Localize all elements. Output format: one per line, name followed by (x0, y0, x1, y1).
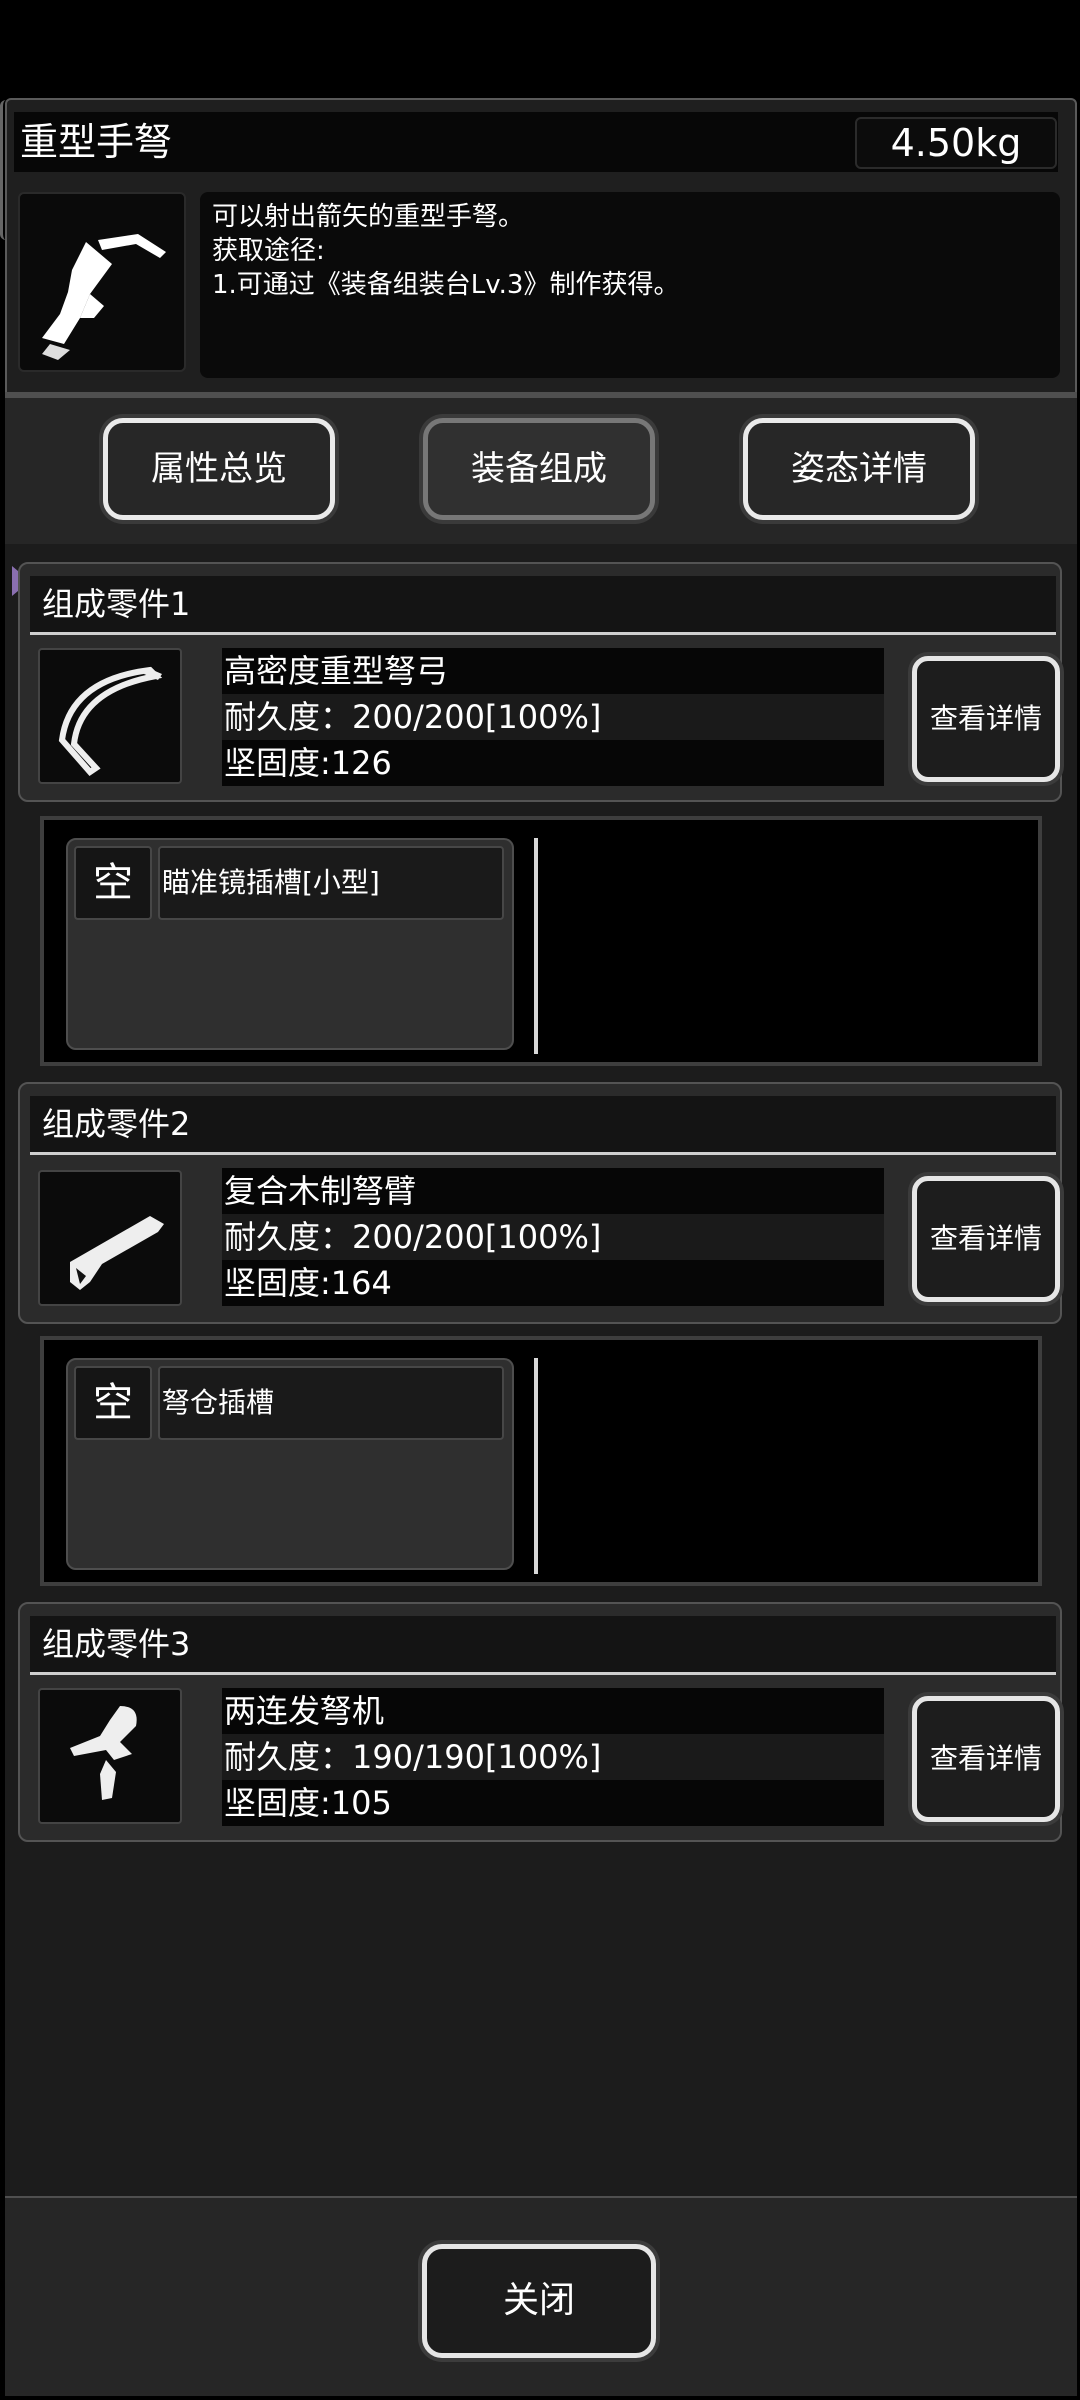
slot-scrollbar[interactable] (534, 1358, 538, 1574)
part-hardness: 坚固度:126 (222, 740, 884, 786)
part-name: 两连发弩机 (222, 1688, 884, 1734)
slot-scrollbar[interactable] (534, 838, 538, 1054)
part-image (38, 1688, 182, 1824)
part-image (38, 1170, 182, 1306)
tab-attribute-overview[interactable]: 属性总览 (103, 418, 335, 520)
tab-stance-details[interactable]: 姿态详情 (743, 418, 975, 520)
slot-area-1: 空 瞄准镜插槽[小型] (40, 816, 1042, 1066)
part-title-underline (30, 632, 1056, 635)
part-title-underline (30, 1152, 1056, 1155)
part-name: 复合木制弩臂 (222, 1168, 884, 1214)
part-hardness: 坚固度:164 (222, 1260, 884, 1306)
slot-empty-label: 空 (74, 846, 152, 920)
item-image (18, 192, 186, 372)
part-durability: 耐久度：200/200[100%] (222, 1214, 884, 1260)
part-durability: 耐久度：200/200[100%] (222, 694, 884, 740)
slot-card[interactable]: 空 瞄准镜插槽[小型] (66, 838, 514, 1050)
slot-area-2: 空 弩仓插槽 (40, 1336, 1042, 1586)
slot-card[interactable]: 空 弩仓插槽 (66, 1358, 514, 1570)
view-details-button[interactable]: 查看详情 (912, 1696, 1060, 1822)
part-durability: 耐久度：190/190[100%] (222, 1734, 884, 1780)
item-title: 重型手弩 (20, 120, 173, 164)
part-name: 高密度重型弩弓 (222, 648, 884, 694)
close-button[interactable]: 关闭 (422, 2244, 656, 2358)
description-line: 获取途径: (212, 236, 325, 266)
item-weight: 4.50kg (855, 117, 1057, 169)
slot-name: 瞄准镜插槽[小型] (158, 846, 504, 920)
part-hardness: 坚固度:105 (222, 1780, 884, 1826)
trigger-mechanism-icon (70, 1706, 137, 1800)
view-details-button[interactable]: 查看详情 (912, 1176, 1060, 1302)
part-card-1: 组成零件1 高密度重型弩弓 耐久度：200/200[100%] 坚固度:126 … (18, 562, 1062, 802)
part-title-underline (30, 1672, 1056, 1675)
part-title: 组成零件2 (30, 1096, 1056, 1152)
tab-equipment-composition[interactable]: 装备组成 (423, 418, 655, 520)
part-card-2: 组成零件2 复合木制弩臂 耐久度：200/200[100%] 坚固度:164 查… (18, 1082, 1062, 1324)
part-image (38, 648, 182, 784)
crossbow-bow-icon (58, 666, 163, 776)
description-line: 可以射出箭矢的重型手弩。 (212, 202, 525, 232)
part-title: 组成零件1 (30, 576, 1056, 632)
part-title: 组成零件3 (30, 1616, 1056, 1672)
description-line: 1.可通过《装备组装台Lv.3》制作获得。 (212, 270, 680, 300)
view-details-button[interactable]: 查看详情 (912, 656, 1060, 782)
item-description: 可以射出箭矢的重型手弩。 获取途径: 1.可通过《装备组装台Lv.3》制作获得。 (200, 192, 1060, 378)
crossbow-stock-icon (70, 1216, 164, 1290)
heavy-crossbow-icon (42, 234, 166, 360)
panel-edge (0, 100, 14, 240)
part-card-3: 组成零件3 两连发弩机 耐久度：190/190[100%] 坚固度:105 查看… (18, 1602, 1062, 1842)
slot-name: 弩仓插槽 (158, 1366, 504, 1440)
slot-empty-label: 空 (74, 1366, 152, 1440)
